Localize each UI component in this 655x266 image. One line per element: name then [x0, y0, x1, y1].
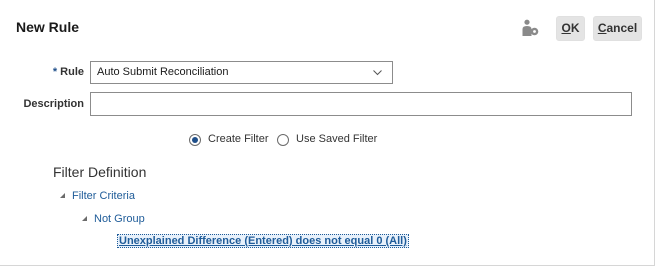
ok-button[interactable]: OK [556, 16, 585, 41]
dialog-title: New Rule [16, 19, 80, 35]
description-label: Description [23, 98, 84, 110]
chevron-down-icon [373, 70, 382, 76]
rule-label-text: Rule [60, 66, 84, 78]
create-filter-label: Create Filter [208, 133, 269, 145]
filter-criteria-label: Filter Criteria [72, 190, 135, 202]
not-group-node[interactable]: Not Group [82, 213, 145, 225]
expanded-triangle-icon[interactable] [82, 216, 87, 221]
rule-select[interactable]: Auto Submit Reconciliation [90, 61, 393, 84]
radio-unselected-icon [277, 134, 289, 146]
filter-criteria-node[interactable]: Filter Criteria [60, 190, 135, 202]
create-filter-radio[interactable]: Create Filter [189, 133, 269, 148]
expanded-triangle-icon[interactable] [60, 193, 65, 198]
user-settings-icon[interactable] [521, 19, 541, 37]
radio-selected-icon [189, 134, 201, 146]
description-input[interactable] [90, 92, 632, 116]
new-rule-dialog: New Rule OK Cancel * Rule Auto Submit Rec… [0, 0, 655, 266]
filter-definition-title: Filter Definition [53, 164, 147, 180]
rule-label: * Rule [20, 66, 84, 78]
cancel-button[interactable]: Cancel [593, 16, 642, 41]
not-group-label: Not Group [94, 213, 145, 225]
rule-select-value: Auto Submit Reconciliation [97, 66, 229, 78]
use-saved-filter-radio[interactable]: Use Saved Filter [277, 133, 378, 148]
use-saved-filter-label: Use Saved Filter [296, 133, 378, 145]
filter-condition-link[interactable]: Unexplained Difference (Entered) does no… [117, 234, 409, 248]
ok-accelerator: O [561, 21, 571, 35]
ok-label-rest: K [570, 21, 580, 35]
required-marker: * [52, 66, 58, 78]
cancel-label-rest: ancel [606, 21, 638, 35]
